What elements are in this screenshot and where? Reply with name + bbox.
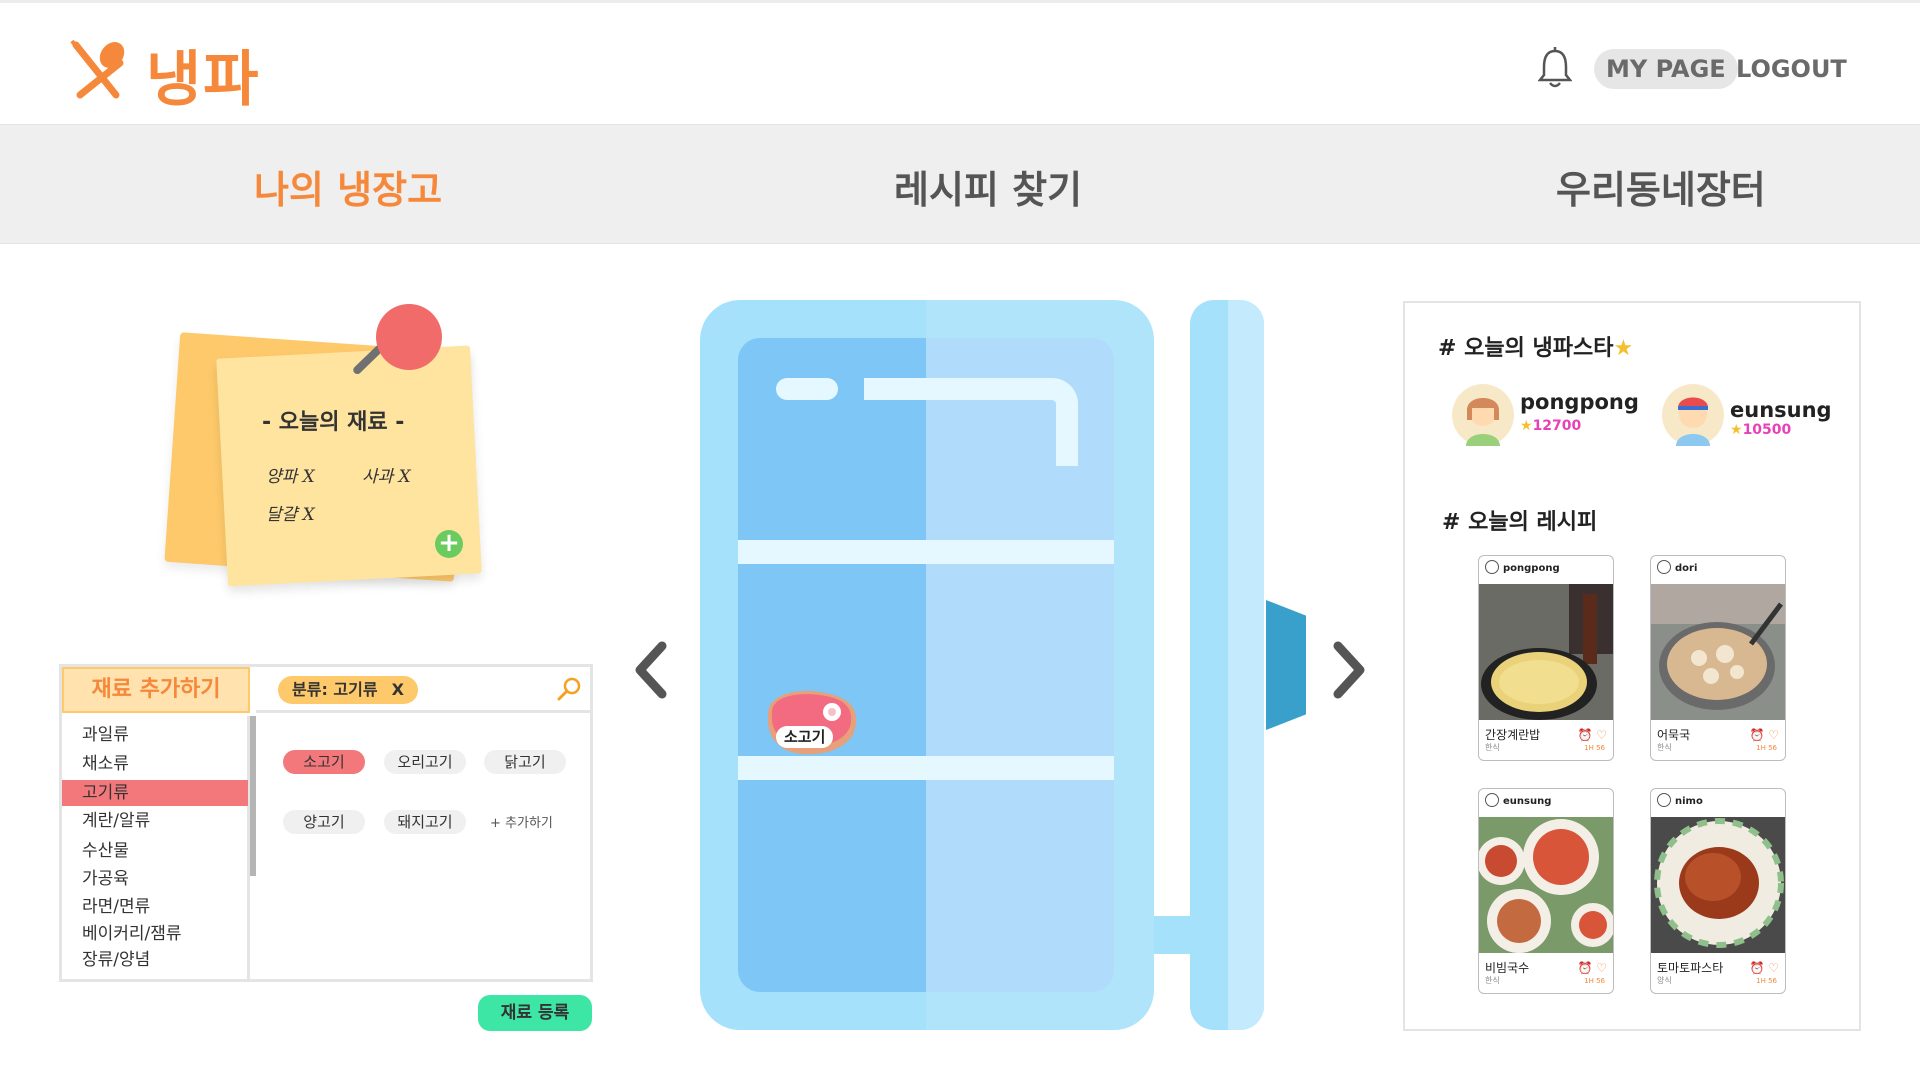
category-list: 과일류 채소류 고기류 계란/알류 수산물 가공육 라면/면류 베이커리/잼류 … xyxy=(62,716,250,980)
search-icon[interactable] xyxy=(556,676,582,702)
score-star-icon: ★ xyxy=(1730,422,1743,438)
card-category: 한식 xyxy=(1485,743,1500,752)
card-username: nimo xyxy=(1657,793,1703,807)
avatar[interactable] xyxy=(1452,384,1514,446)
pin-icon xyxy=(376,304,442,370)
star-username[interactable]: eunsung xyxy=(1730,398,1832,422)
fridge-item-label: 소고기 xyxy=(776,726,834,748)
register-ingredient-button[interactable]: 재료 등록 xyxy=(478,995,592,1031)
card-title: 비빔국수 xyxy=(1485,961,1530,975)
ingredient-chip[interactable]: 돼지고기 xyxy=(384,810,466,834)
fridge-door-handle xyxy=(1266,600,1306,730)
star-icon: ★ xyxy=(1613,336,1634,361)
filter-remove-button[interactable]: X xyxy=(392,680,404,699)
fridge-handle-long xyxy=(864,378,1078,466)
card-title: 어묵국 xyxy=(1657,728,1691,742)
mypage-button[interactable]: MY PAGE xyxy=(1594,49,1738,89)
logout-button[interactable]: LOGOUT xyxy=(1736,49,1847,89)
fork-spoon-logo-icon[interactable] xyxy=(70,39,126,101)
category-item[interactable]: 수산물 xyxy=(62,838,248,864)
category-item[interactable]: 라면/면류 xyxy=(62,894,248,920)
avatar[interactable] xyxy=(1662,384,1724,446)
add-ingredient-plus-icon[interactable]: + xyxy=(435,530,463,558)
recipe-photo xyxy=(1479,817,1613,953)
recipe-card[interactable]: dori 어묵국 한식 ⏰ ♡ 1H 56 xyxy=(1650,555,1786,761)
main-nav: 나의 냉장고 레시피 찾기 우리동네장터 xyxy=(0,124,1920,244)
card-username: eunsung xyxy=(1485,793,1551,807)
recipe-photo xyxy=(1651,817,1785,953)
recipe-photo xyxy=(1651,584,1785,720)
star-score-value: 10500 xyxy=(1742,422,1792,438)
fridge-handle-short xyxy=(776,378,838,400)
next-arrow-icon[interactable] xyxy=(1330,640,1370,700)
star-score-value: 12700 xyxy=(1532,418,1582,434)
tab-find-recipe[interactable]: 레시피 찾기 xyxy=(894,159,1082,214)
category-filter-chip[interactable]: 분류: 고기류 X xyxy=(278,676,418,704)
category-item[interactable]: 가공육 xyxy=(62,866,248,892)
clock-heart-icons[interactable]: ⏰ ♡ xyxy=(1749,728,1779,742)
card-meta: 1H 56 xyxy=(1584,744,1605,752)
header: 냉파 MY PAGE LOGOUT xyxy=(0,0,1920,124)
bell-icon[interactable] xyxy=(1538,47,1572,89)
ingredient-chip-selected[interactable]: 소고기 xyxy=(283,750,365,774)
category-item[interactable]: 계란/알류 xyxy=(62,808,248,834)
fridge-hinge xyxy=(1154,916,1190,954)
star-score: ★10500 xyxy=(1730,422,1791,438)
category-item[interactable]: 장류/양념 xyxy=(62,947,248,973)
recipe-photo xyxy=(1479,584,1613,720)
star-score: ★12700 xyxy=(1520,418,1581,434)
card-category: 한식 xyxy=(1485,976,1500,985)
card-category: 한식 xyxy=(1657,743,1672,752)
card-username: pongpong xyxy=(1485,560,1560,574)
category-item-selected[interactable]: 고기류 xyxy=(62,780,248,806)
star-username[interactable]: pongpong xyxy=(1520,390,1639,414)
card-username: dori xyxy=(1657,560,1697,574)
clock-heart-icons[interactable]: ⏰ ♡ xyxy=(1749,961,1779,975)
score-star-icon: ★ xyxy=(1520,418,1533,434)
recipe-card[interactable]: pongpong 간장계란밥 한식 ⏰ ♡ 1H 56 xyxy=(1478,555,1614,761)
recipe-card[interactable]: nimo 토마토파스타 양식 ⏰ ♡ 1H 56 xyxy=(1650,788,1786,994)
card-meta: 1H 56 xyxy=(1756,744,1777,752)
category-item[interactable]: 채소류 xyxy=(62,751,248,777)
star-section-title: # 오늘의 냉파스타★ xyxy=(1438,330,1633,362)
logo-text[interactable]: 냉파 xyxy=(146,31,260,118)
card-title: 토마토파스타 xyxy=(1657,961,1724,975)
card-meta: 1H 56 xyxy=(1584,977,1605,985)
beef-icon[interactable] xyxy=(758,684,862,760)
recipe-section-title: # 오늘의 레시피 xyxy=(1442,510,1598,535)
add-ingredient-title: 재료 추가하기 xyxy=(62,667,250,713)
ingredient-chip[interactable]: 양고기 xyxy=(283,810,365,834)
fridge-door-shade xyxy=(1228,300,1264,1030)
recipe-card[interactable]: eunsung 비빔국수 한식 ⏰ ♡ 1H 56 xyxy=(1478,788,1614,994)
filter-label: 분류: 고기류 xyxy=(292,680,378,699)
ingredient-chip[interactable]: 닭고기 xyxy=(484,750,566,774)
card-title: 간장계란밥 xyxy=(1485,728,1541,742)
prev-arrow-icon[interactable] xyxy=(630,640,670,700)
sticky-ingredient-item[interactable]: 양파 X xyxy=(266,462,315,487)
sticky-ingredient-item[interactable]: 사과 X xyxy=(362,462,411,487)
clock-heart-icons[interactable]: ⏰ ♡ xyxy=(1577,961,1607,975)
tab-local-market[interactable]: 우리동네장터 xyxy=(1556,159,1766,214)
star-section-title-text: # 오늘의 냉파스타 xyxy=(1438,336,1614,361)
clock-heart-icons[interactable]: ⏰ ♡ xyxy=(1577,728,1607,742)
today-ingredients-title: - 오늘의 재료 - xyxy=(262,410,405,435)
add-more-link[interactable]: + 추가하기 xyxy=(490,812,553,831)
card-category: 양식 xyxy=(1657,976,1672,985)
sticky-ingredient-item[interactable]: 달걀 X xyxy=(266,500,315,525)
fridge-shelf xyxy=(738,540,1114,564)
ingredient-chip[interactable]: 오리고기 xyxy=(384,750,466,774)
category-item[interactable]: 베이커리/잼류 xyxy=(62,921,248,947)
tab-my-fridge[interactable]: 나의 냉장고 xyxy=(254,159,442,214)
card-meta: 1H 56 xyxy=(1756,977,1777,985)
category-item[interactable]: 과일류 xyxy=(62,722,248,748)
category-scrollbar[interactable] xyxy=(250,716,256,876)
